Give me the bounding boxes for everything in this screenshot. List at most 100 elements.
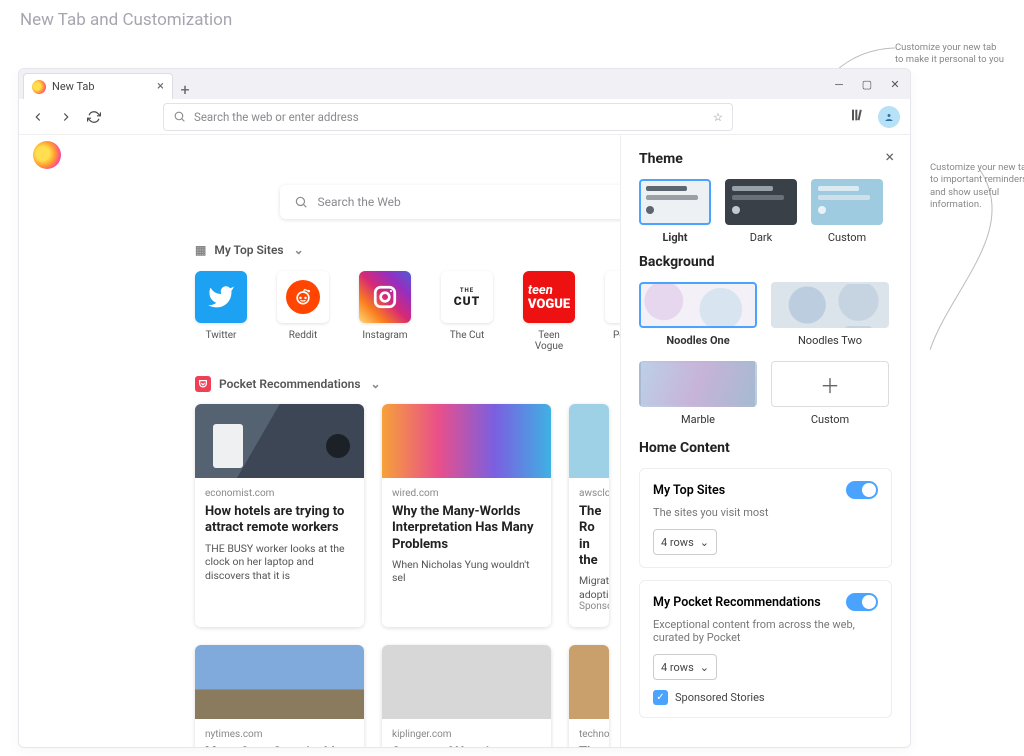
customize-panel: × Theme Light Dark Custom Background: [620, 135, 910, 747]
theme-option-custom[interactable]: Custom: [811, 179, 883, 244]
firefox-favicon-icon: [32, 80, 46, 94]
pocket-icon: [195, 376, 211, 392]
theme-label: Dark: [750, 231, 773, 244]
chevron-down-icon: ⌄: [294, 243, 304, 257]
titlebar: New Tab × + ─ ▢ ✕: [19, 69, 910, 99]
card-sponsored: Sponsored: [579, 601, 599, 612]
home-content-pocket: My Pocket Recommendations Exceptional co…: [639, 580, 892, 718]
top-sites-toggle[interactable]: [846, 481, 878, 499]
window-controls: ─ ▢ ✕: [832, 77, 910, 91]
top-site-reddit[interactable]: Reddit: [277, 271, 329, 352]
tile-label: Twitter: [206, 330, 237, 341]
bg-label: Noodles Two: [798, 334, 862, 347]
library-icon[interactable]: [850, 107, 866, 127]
top-sites-label: My Top Sites: [214, 243, 283, 257]
address-placeholder: Search the web or enter address: [194, 110, 359, 124]
pocket-toggle[interactable]: [846, 593, 878, 611]
home-content-top-sites: My Top Sites The sites you visit most 4 …: [639, 468, 892, 568]
annotation-text-2: Customize your new tab to important remi…: [930, 162, 1024, 211]
new-tab-button[interactable]: +: [173, 80, 197, 99]
card-source: nytimes.com: [205, 729, 354, 740]
back-button[interactable]: [29, 108, 47, 126]
top-site-thecut[interactable]: THECUT The Cut: [441, 271, 493, 352]
top-site-instagram[interactable]: Instagram: [359, 271, 411, 352]
panel-close-button[interactable]: ×: [885, 147, 894, 166]
card-source: wired.com: [392, 488, 541, 499]
search-icon: [294, 195, 308, 209]
plus-icon: ＋: [771, 361, 889, 407]
top-site-twitter[interactable]: Twitter: [195, 271, 247, 352]
pocket-card[interactable]: nytimes.com Move Over, Sustainable Trave…: [195, 645, 364, 747]
window-close-icon[interactable]: ✕: [888, 77, 902, 91]
tile-label: Instagram: [362, 330, 407, 341]
profile-avatar[interactable]: [878, 106, 900, 128]
search-web-input[interactable]: Search the Web: [280, 185, 650, 219]
card-title: The Di: [579, 745, 599, 747]
window-maximize-icon[interactable]: ▢: [860, 77, 874, 91]
card-title: How hotels are trying to attract remote …: [205, 504, 354, 537]
hc-desc: The sites you visit most: [653, 506, 878, 519]
background-option-custom[interactable]: ＋ Custom: [771, 361, 889, 426]
pocket-card[interactable]: kiplinger.com Secrets of Happiness from …: [382, 645, 551, 747]
theme-option-light[interactable]: Light: [639, 179, 711, 244]
background-option-noodles-two[interactable]: Noodles Two: [771, 282, 889, 347]
theme-heading: Theme: [639, 151, 892, 167]
sponsored-stories-checkbox[interactable]: ✓ Sponsored Stories: [653, 690, 878, 705]
hc-title: My Pocket Recommendations: [653, 595, 821, 610]
top-site-teenvogue[interactable]: teenVOGUE Teen Vogue: [523, 271, 575, 352]
card-title: Secrets of Happiness from the Oldest of …: [392, 745, 541, 747]
hc-title: My Top Sites: [653, 483, 725, 498]
pocket-card[interactable]: economist.com How hotels are trying to a…: [195, 404, 364, 627]
tile-label: Reddit: [289, 330, 317, 341]
pocket-rows-select[interactable]: 4 rows ⌄: [653, 654, 717, 680]
annotation-text-1: Customize your new tab to make it person…: [895, 42, 1005, 67]
hc-desc: Exceptional content from across the web,…: [653, 618, 878, 644]
bookmark-star-icon[interactable]: ☆: [713, 110, 723, 124]
pocket-card[interactable]: wired.com Why the Many-Worlds Interpreta…: [382, 404, 551, 627]
bg-label: Marble: [681, 413, 715, 426]
new-tab-content: Search the Web ▦ My Top Sites ⌄ Twitter …: [19, 135, 910, 747]
chevron-down-icon: ⌄: [700, 536, 709, 549]
search-placeholder: Search the Web: [318, 195, 401, 209]
home-content-heading: Home Content: [639, 440, 892, 456]
page-heading: New Tab and Customization: [0, 0, 1024, 40]
card-title: The Ro in the: [579, 504, 599, 569]
background-options: Noodles One Noodles Two Marble ＋ Custom: [639, 282, 892, 426]
reload-button[interactable]: [85, 108, 103, 126]
rows-value: 4 rows: [661, 661, 694, 674]
bg-label: Custom: [811, 413, 849, 426]
window-minimize-icon[interactable]: ─: [832, 77, 846, 91]
rows-value: 4 rows: [661, 536, 694, 549]
pocket-card[interactable]: awscloud The Ro in the Migration adoptio…: [569, 404, 609, 627]
background-option-marble[interactable]: Marble: [639, 361, 757, 426]
pocket-label: Pocket Recommendations: [219, 377, 361, 391]
tab-close-icon[interactable]: ×: [157, 79, 164, 94]
theme-label: Custom: [828, 231, 866, 244]
theme-label: Light: [662, 231, 687, 244]
card-source: technolo: [579, 729, 599, 740]
bg-label: Noodles One: [666, 334, 729, 347]
theme-options: Light Dark Custom: [639, 179, 892, 244]
card-source: economist.com: [205, 488, 354, 499]
card-desc: THE BUSY worker looks at the clock on he…: [205, 542, 354, 583]
top-sites-rows-select[interactable]: 4 rows ⌄: [653, 529, 717, 555]
background-option-noodles-one[interactable]: Noodles One: [639, 282, 757, 347]
card-title: Why the Many-Worlds Interpretation Has M…: [392, 504, 541, 553]
card-title: Move Over, Sustainable Travel.: [205, 745, 354, 747]
card-desc: When Nicholas Yung wouldn't sel: [392, 558, 541, 585]
tile-label: The Cut: [450, 330, 485, 341]
firefox-logo-icon: [33, 141, 61, 169]
checkbox-checked-icon: ✓: [653, 690, 668, 705]
background-heading: Background: [639, 254, 892, 270]
card-source: kiplinger.com: [392, 729, 541, 740]
grid-icon: ▦: [195, 243, 206, 257]
search-icon: [173, 110, 186, 123]
active-tab[interactable]: New Tab ×: [23, 73, 173, 99]
tile-label: Teen Vogue: [523, 330, 575, 352]
address-bar[interactable]: Search the web or enter address ☆: [163, 103, 733, 131]
theme-option-dark[interactable]: Dark: [725, 179, 797, 244]
tab-title: New Tab: [52, 80, 95, 93]
pocket-card[interactable]: technolo The Di Robert M hyper-ra: [569, 645, 609, 747]
toolbar: Search the web or enter address ☆: [19, 99, 910, 135]
forward-button[interactable]: [57, 108, 75, 126]
